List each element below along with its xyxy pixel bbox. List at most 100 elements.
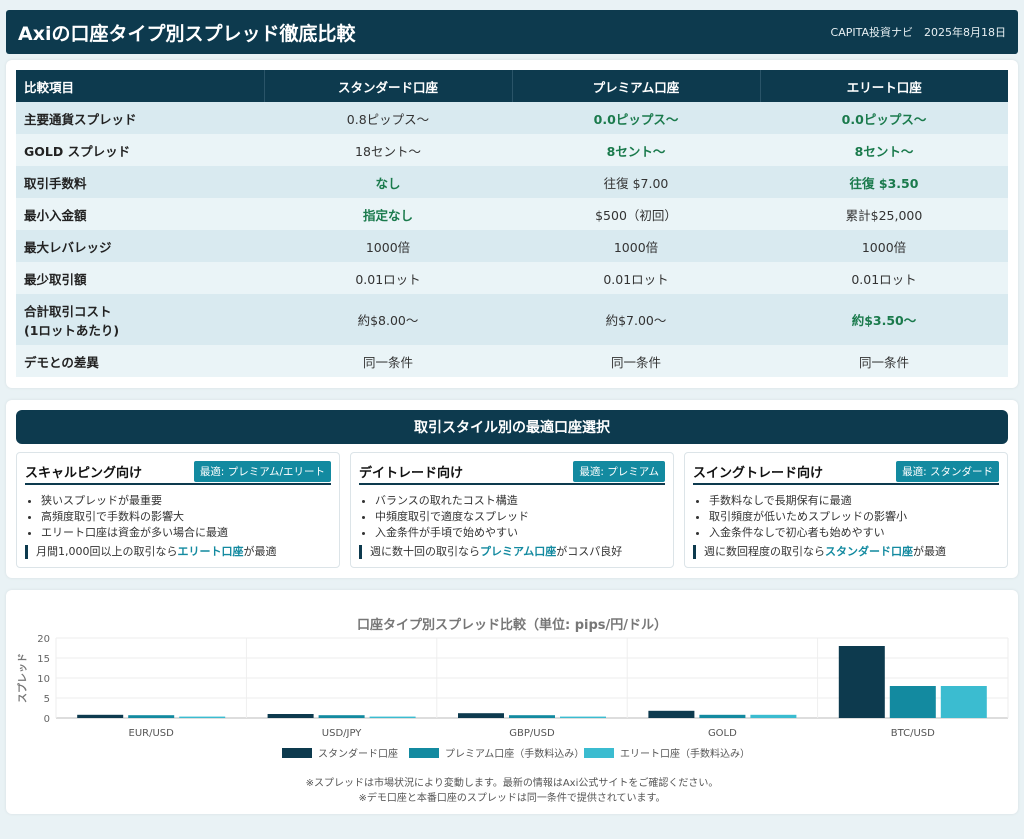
trade-style-banner: 取引スタイル別の最適口座選択 — [16, 410, 1008, 444]
bullet-item: 高頻度取引で手数料の影響大 — [41, 509, 228, 525]
table-cell: 同一条件 — [512, 345, 760, 377]
chart-bar — [128, 715, 175, 718]
comparison-table-card: 比較項目 スタンダード口座 プレミアム口座 エリート口座 主要通貨スプレッド 0.… — [6, 60, 1018, 388]
table-row: 最少取引額 0.01ロット 0.01ロット 0.01ロット — [16, 262, 1008, 294]
table-row: 最大レバレッジ 1000倍 1000倍 1000倍 — [16, 230, 1008, 262]
table-cell: 往復 $3.50 — [760, 166, 1008, 198]
row-label: 取引手数料 — [16, 166, 264, 198]
chart-bar — [318, 715, 365, 718]
table-cell: 約$7.00〜 — [512, 294, 760, 345]
table-row: 取引手数料 なし 往復 $7.00 往復 $3.50 — [16, 166, 1008, 198]
note-account: スタンダード口座 — [825, 545, 913, 558]
row-label-text: 主要通貨スプレッド — [24, 111, 137, 127]
x-tick-label: GBP/USD — [509, 728, 555, 739]
note-account: プレミアム口座 — [480, 545, 557, 558]
trade-style-note: 週に数十回の取引ならプレミアム口座がコスパ良好 — [359, 545, 622, 559]
table-header-row: 比較項目 スタンダード口座 プレミアム口座 エリート口座 — [16, 70, 1008, 102]
bullet-item: 中頻度取引で適度なスプレッド — [375, 509, 529, 525]
table-cell: 1000倍 — [760, 230, 1008, 262]
note-text: が最適 — [243, 545, 277, 558]
bullet-item: バランスの取れたコスト構造 — [375, 493, 529, 509]
trade-style-note: 週に数回程度の取引ならスタンダード口座が最適 — [693, 545, 946, 559]
note-text: が最適 — [913, 545, 946, 558]
row-label: 主要通貨スプレッド — [16, 102, 264, 134]
note-text: 週に数回程度の取引なら — [704, 545, 825, 558]
bullet-item: 取引頻度が低いためスプレッドの影響小 — [709, 509, 907, 525]
column-header: 比較項目 — [16, 70, 265, 102]
bullet-item: 入金条件なしで初心者も始めやすい — [709, 525, 907, 541]
table-cell: $500（初回） — [512, 198, 760, 230]
y-tick-label: 20 — [37, 634, 50, 645]
trade-style-box: スイングトレード向け 最適: スタンダード手数料なしで長期保有に最適取引頻度が低い… — [684, 452, 1008, 568]
chart-bar — [369, 716, 416, 718]
trade-style-box: デイトレード向け 最適: プレミアムバランスの取れたコスト構造中頻度取引で適度なス… — [350, 452, 674, 568]
table-row: 主要通貨スプレッド 0.8ピップス〜 0.0ピップス〜 0.0ピップス〜 — [16, 102, 1008, 134]
recommended-badge: 最適: プレミアム/エリート — [193, 460, 331, 482]
bullet-item: エリート口座は資金が多い場合に最適 — [41, 525, 228, 541]
row-label: GOLD スプレッド — [16, 134, 264, 166]
table-cell: 8セント〜 — [512, 134, 760, 166]
legend-label: エリート口座（手数料込み） — [620, 747, 750, 760]
trade-style-box: スキャルピング向け 最適: プレミアム/エリート狭いスプレッドが最重要高頻度取引で… — [16, 452, 340, 568]
table-row: GOLD スプレッド 18セント〜 8セント〜 8セント〜 — [16, 134, 1008, 166]
note-line: ※スプレッドは市場状況により変動します。最新の情報はAxi公式サイトをご確認くだ… — [305, 778, 719, 789]
recommended-badge: 最適: スタンダード — [896, 460, 999, 482]
x-tick-label: GOLD — [708, 728, 737, 739]
row-label: 最小入金額 — [16, 198, 264, 230]
row-label-text: 合計取引コスト — [24, 303, 112, 319]
legend-label: スタンダード口座 — [318, 747, 398, 760]
chart-bar — [560, 716, 606, 718]
comparison-table: 比較項目 スタンダード口座 プレミアム口座 エリート口座 主要通貨スプレッド 0.… — [16, 70, 1008, 377]
chart-bar — [267, 714, 314, 718]
trade-style-name: デイトレード向け — [359, 465, 464, 481]
row-label-text: 最少取引額 — [24, 271, 87, 287]
y-tick-label: 15 — [37, 654, 50, 665]
y-tick-label: 5 — [44, 694, 50, 705]
column-header: スタンダード口座 — [264, 70, 513, 102]
table-cell: 0.01ロット — [512, 262, 760, 294]
row-label-sub: (1ロットあたり) — [24, 322, 120, 338]
table-cell: 同一条件 — [760, 345, 1008, 377]
table-cell: 約$3.50〜 — [760, 294, 1008, 345]
trade-style-name: スイングトレード向け — [693, 465, 824, 481]
chart-bar — [699, 714, 746, 718]
page-title: Axiの口座タイプ別スプレッド徹底比較 — [18, 22, 356, 45]
row-label-text: GOLD スプレッド — [24, 143, 131, 159]
trade-style-head: スキャルピング向け 最適: プレミアム/エリート — [25, 459, 331, 485]
chart-bar — [458, 713, 504, 718]
table-cell: 0.01ロット — [760, 262, 1008, 294]
table-row: デモとの差異 同一条件 同一条件 同一条件 — [16, 345, 1008, 377]
table-cell: 約$8.00〜 — [264, 294, 512, 345]
note-text: 週に数十回の取引なら — [370, 545, 480, 558]
row-label: 最少取引額 — [16, 262, 264, 294]
column-header: エリート口座 — [760, 70, 1008, 102]
note-text: がコスパ良好 — [556, 545, 623, 558]
x-tick-label: USD/JPY — [322, 728, 362, 739]
x-tick-label: BTC/USD — [891, 728, 935, 739]
table-cell: 1000倍 — [264, 230, 512, 262]
table-cell: 0.01ロット — [264, 262, 512, 294]
header-meta: CAPITA投資ナビ 2025年8月18日 — [830, 26, 1006, 39]
chart-bar — [838, 646, 885, 718]
row-label: 合計取引コスト (1ロットあたり) — [16, 294, 264, 345]
table-cell: 0.8ピップス〜 — [264, 102, 512, 134]
row-label-text: 最大レバレッジ — [24, 239, 112, 255]
legend-swatch — [409, 748, 439, 758]
chart-bar — [77, 714, 124, 718]
chart-bar — [889, 686, 936, 718]
trade-style-bullets: 手数料なしで長期保有に最適取引頻度が低いためスプレッドの影響小入金条件なしで初心… — [709, 493, 907, 541]
note-account: エリート口座 — [177, 545, 244, 558]
table-cell: 同一条件 — [264, 345, 512, 377]
chart-bar — [509, 715, 555, 718]
y-axis-label: スプレッド — [16, 653, 29, 703]
chart-notes: ※スプレッドは市場状況により変動します。最新の情報はAxi公式サイトをご確認くだ… — [6, 776, 1018, 806]
legend-label: プレミアム口座（手数料込み） — [445, 747, 584, 760]
table-cell: なし — [264, 166, 512, 198]
x-tick-label: EUR/USD — [129, 728, 175, 739]
table-cell: 0.0ピップス〜 — [760, 102, 1008, 134]
row-label: 最大レバレッジ — [16, 230, 264, 262]
chart-bar — [179, 716, 226, 718]
table-cell: 指定なし — [264, 198, 512, 230]
row-label: デモとの差異 — [16, 345, 264, 377]
trade-style-card: 取引スタイル別の最適口座選択 スキャルピング向け 最適: プレミアム/エリート狭い… — [6, 400, 1018, 578]
